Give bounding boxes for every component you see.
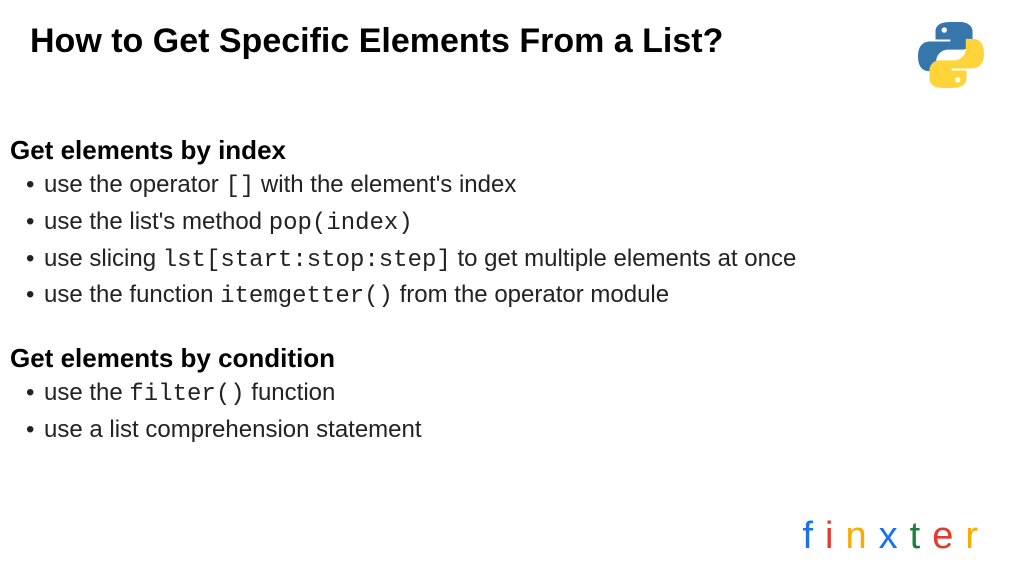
code-snippet: [] [225, 173, 254, 200]
section-heading: Get elements by condition [10, 343, 1014, 374]
text: use the function [44, 281, 220, 308]
code-snippet: itemgetter() [220, 283, 393, 310]
brand-letter: r [965, 515, 990, 557]
page-title: How to Get Specific Elements From a List… [30, 22, 723, 61]
brand-logo: finxter [802, 515, 990, 558]
text: to get multiple elements at once [451, 245, 797, 272]
list-item: use a list comprehension statement [44, 413, 1014, 450]
section-by-condition: Get elements by condition use the filter… [10, 343, 1014, 450]
brand-letter: x [879, 515, 910, 557]
text: use slicing [44, 245, 163, 272]
bullet-list: use the operator [] with the element's i… [10, 168, 1014, 315]
python-logo-icon [914, 18, 988, 97]
code-snippet: filter() [129, 381, 244, 408]
brand-letter: f [802, 515, 825, 557]
list-item: use the function itemgetter() from the o… [44, 278, 1014, 315]
brand-letter: i [825, 515, 845, 557]
list-item: use slicing lst[start:stop:step] to get … [44, 242, 1014, 279]
bullet-list: use the filter() function use a list com… [10, 376, 1014, 450]
text: use the [44, 379, 129, 406]
brand-letter: n [846, 515, 879, 557]
brand-letter: t [910, 515, 933, 557]
section-heading: Get elements by index [10, 135, 1014, 166]
text: use a list comprehension statement [44, 416, 422, 443]
list-item: use the list's method pop(index) [44, 205, 1014, 242]
section-by-index: Get elements by index use the operator [… [10, 135, 1014, 315]
text: use the operator [44, 171, 225, 198]
text: with the element's index [254, 171, 516, 198]
content-area: Get elements by index use the operator [… [0, 97, 1024, 450]
list-item: use the operator [] with the element's i… [44, 168, 1014, 205]
code-snippet: pop(index) [269, 210, 413, 237]
brand-letter: e [932, 515, 965, 557]
text: from the operator module [393, 281, 669, 308]
text: function [245, 379, 336, 406]
text: use the list's method [44, 208, 269, 235]
code-snippet: lst[start:stop:step] [163, 247, 451, 274]
list-item: use the filter() function [44, 376, 1014, 413]
